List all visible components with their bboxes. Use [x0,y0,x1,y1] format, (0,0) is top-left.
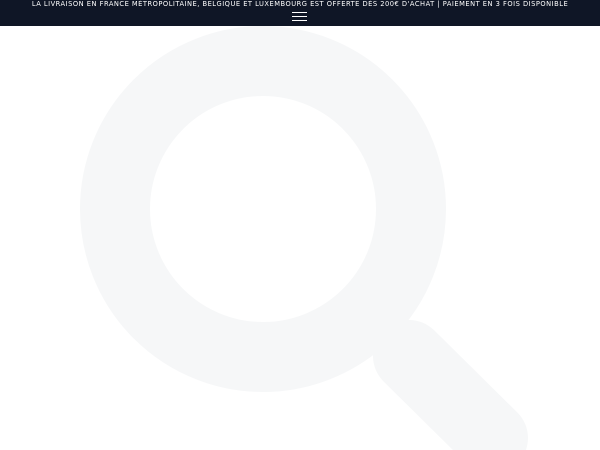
menu-icon-line [292,12,307,13]
announcement-bar: LA LIVRAISON EN FRANCE MÉTROPOLITAINE, B… [0,0,600,26]
magnifier-ring [80,26,446,392]
menu-icon-line [292,20,307,21]
magnifier-icon [80,26,528,450]
content-area [0,26,600,450]
menu-button[interactable] [292,11,308,23]
magnifier-handle [373,320,528,450]
announcement-text: LA LIVRAISON EN FRANCE MÉTROPOLITAINE, B… [31,0,569,8]
page: LA LIVRAISON EN FRANCE MÉTROPOLITAINE, B… [0,0,600,450]
menu-icon-line [292,16,307,17]
